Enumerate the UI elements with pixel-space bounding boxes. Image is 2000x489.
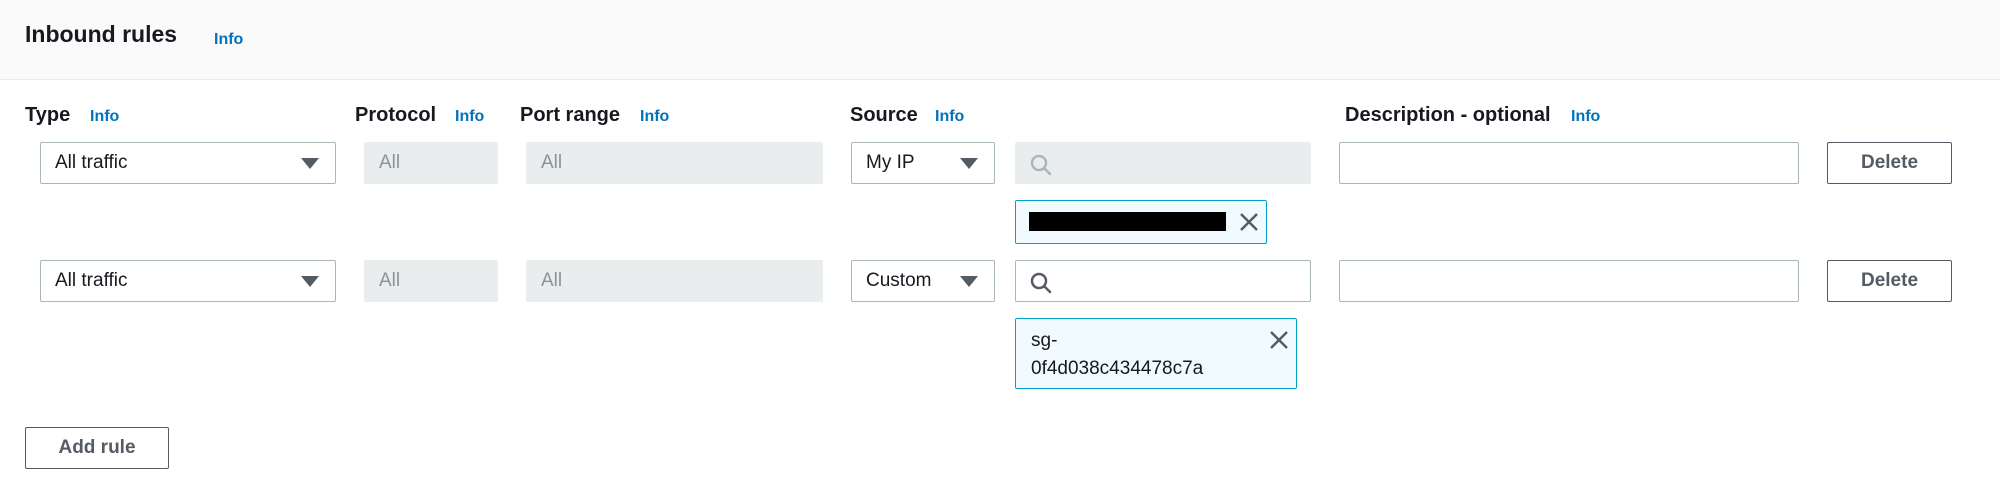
caret-down-icon [960,276,978,287]
protocol-field: All [364,260,498,302]
port-range-field: All [526,142,823,184]
description-input[interactable] [1339,260,1799,302]
caret-down-icon [301,276,319,287]
redacted-ip-block [1029,212,1226,231]
description-input[interactable] [1339,142,1799,184]
close-icon[interactable] [1269,330,1289,350]
caret-down-icon [301,158,319,169]
caret-down-icon [960,158,978,169]
source-token: sg- 0f4d038c434478c7a [1015,318,1297,389]
search-icon [1030,154,1052,176]
security-group-id-line1: sg- [1031,330,1058,351]
port-range-field: All [526,260,823,302]
type-select[interactable]: All traffic [40,142,336,184]
type-select-value: All traffic [55,152,128,173]
source-info-link[interactable]: Info [935,108,964,126]
source-search-input[interactable] [1015,260,1311,302]
add-rule-button[interactable]: Add rule [25,427,169,469]
description-info-link[interactable]: Info [1571,108,1600,126]
delete-button[interactable]: Delete [1827,260,1952,302]
type-info-link[interactable]: Info [90,108,119,126]
description-column-label: Description - optional [1345,104,1551,126]
source-select[interactable]: Custom [851,260,995,302]
delete-button[interactable]: Delete [1827,142,1952,184]
port-range-info-link[interactable]: Info [640,108,669,126]
source-select-value: My IP [866,152,915,173]
port-range-column-label: Port range [520,104,621,126]
section-header: Inbound rules Info [0,0,2000,80]
header-info-link[interactable]: Info [214,31,243,49]
source-token [1015,200,1267,244]
search-icon [1030,272,1052,294]
protocol-field: All [364,142,498,184]
source-select[interactable]: My IP [851,142,995,184]
protocol-info-link[interactable]: Info [455,108,484,126]
close-icon[interactable] [1239,212,1259,232]
type-select[interactable]: All traffic [40,260,336,302]
type-select-value: All traffic [55,270,128,291]
security-group-id: sg- 0f4d038c434478c7a [1031,327,1203,383]
source-search-input[interactable] [1015,142,1311,184]
protocol-column-label: Protocol [355,104,437,126]
page-title: Inbound rules [25,21,178,47]
type-column-label: Type [25,104,71,126]
security-group-id-line2: 0f4d038c434478c7a [1031,358,1204,379]
source-select-value: Custom [866,270,932,291]
source-column-label: Source [850,104,918,126]
